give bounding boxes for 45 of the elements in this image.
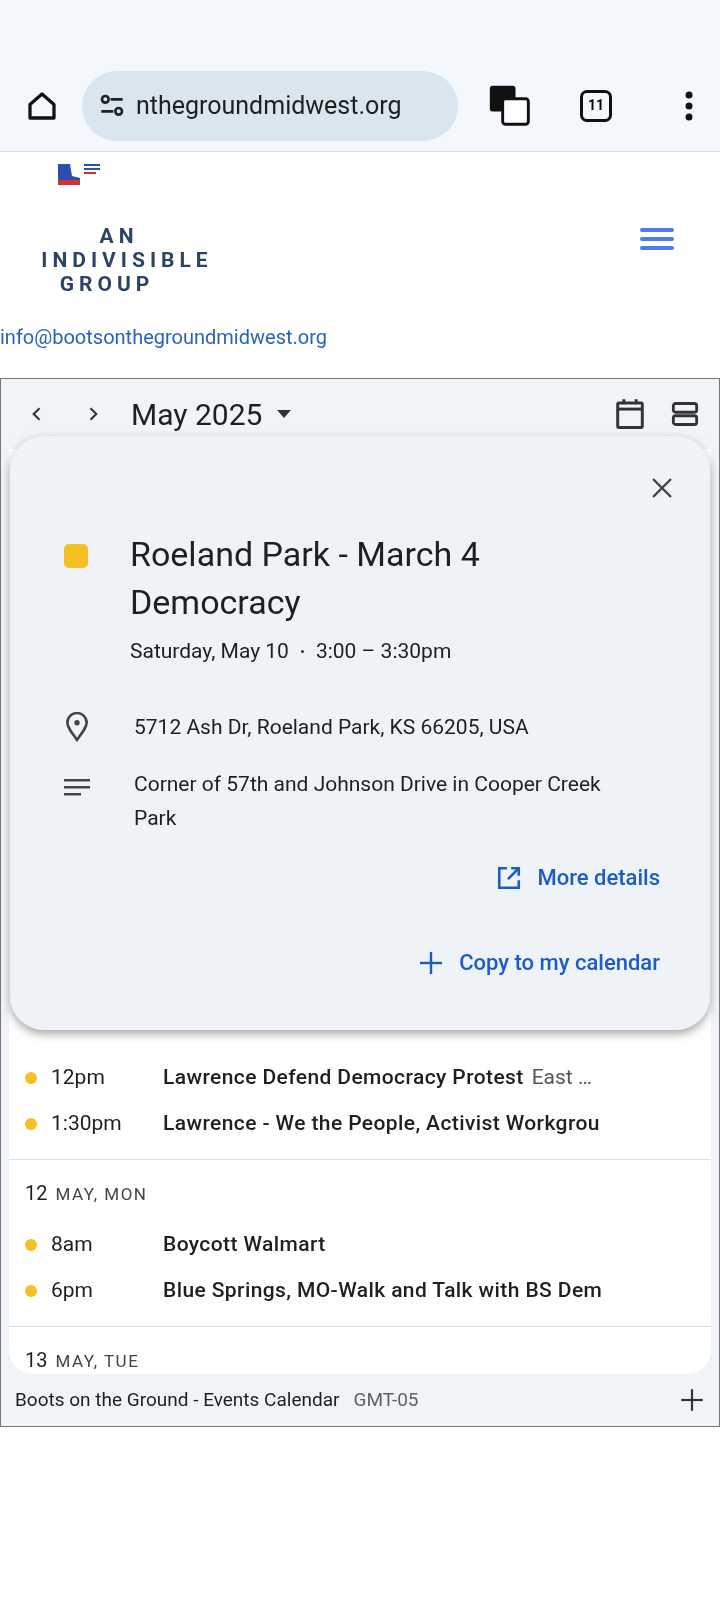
event-description: Corner of 57th and Johnson Drive in Cooper Creek Park xyxy=(134,771,602,832)
month-dropdown[interactable]: May 2025 xyxy=(131,391,293,437)
event-title: Roeland Park - March 4 Democracy xyxy=(130,533,481,624)
event-location: East … xyxy=(531,1064,592,1092)
event-time: 1:30pm xyxy=(51,1110,123,1138)
address-bar[interactable]: nthegroundmidwest.org xyxy=(82,70,458,141)
day-label: MAY, MON xyxy=(55,1183,148,1206)
event-title: Lawrence - We the People, Activist Workgrou xyxy=(163,1110,600,1138)
close-icon[interactable] xyxy=(650,476,674,500)
event-time-range: 3:00 – 3:30pm xyxy=(315,638,452,665)
event-row[interactable]: 6pm Blue Springs, MO-Walk and Talk with BS Dem xyxy=(25,1268,695,1314)
day-number: 13 xyxy=(25,1347,48,1374)
calendar-name: Boots on the Ground - Events Calendar xyxy=(15,1386,340,1413)
tagline-text: INDIVISIBLE xyxy=(41,248,213,272)
event-row[interactable]: 12pm Lawrence Defend Democracy Protest East … xyxy=(25,1055,695,1101)
description-icon xyxy=(64,779,90,797)
event-row[interactable]: 8am Boycott Walmart xyxy=(25,1222,695,1268)
tab-count[interactable]: 11 xyxy=(580,89,612,122)
dropdown-icon xyxy=(276,409,293,419)
event-time: 12pm xyxy=(51,1064,106,1092)
event-title: Blue Springs, MO-Walk and Talk with BS Dem xyxy=(163,1277,603,1305)
tagline-text: AN xyxy=(99,224,139,248)
event-time: 6pm xyxy=(51,1277,94,1305)
email-link[interactable]: info@bootsonthegroundmidwest.org xyxy=(0,322,327,352)
tagline-text: GROUP xyxy=(59,272,155,296)
plus-icon xyxy=(419,950,444,975)
event-title: Lawrence Defend Democracy Protest xyxy=(163,1064,524,1092)
event-title: Boycott Walmart xyxy=(163,1231,326,1259)
event-row[interactable]: 1:30pm Lawrence - We the People, Activist Workgrou xyxy=(25,1101,695,1147)
more-icon[interactable] xyxy=(684,89,694,122)
menu-icon[interactable] xyxy=(640,226,674,252)
agenda-view-icon[interactable] xyxy=(671,400,699,428)
day-number: 12 xyxy=(25,1180,48,1207)
open-external-icon xyxy=(495,864,522,891)
timezone-text: GMT-05 xyxy=(353,1386,419,1413)
event-date: Saturday, May 10 xyxy=(130,638,289,665)
copy-to-calendar-button[interactable]: Copy to my calendar xyxy=(419,946,660,979)
calendar-icon[interactable] xyxy=(615,398,645,430)
url-text: nthegroundmidwest.org xyxy=(136,89,402,122)
more-details-link[interactable]: More details xyxy=(495,861,660,894)
plus-icon[interactable] xyxy=(679,1387,705,1413)
event-time: 8am xyxy=(51,1231,94,1259)
location-pin-icon xyxy=(64,712,90,743)
event-location: 5712 Ash Dr, Roeland Park, KS 66205, USA xyxy=(134,713,529,741)
day-label: MAY, TUE xyxy=(55,1350,140,1373)
